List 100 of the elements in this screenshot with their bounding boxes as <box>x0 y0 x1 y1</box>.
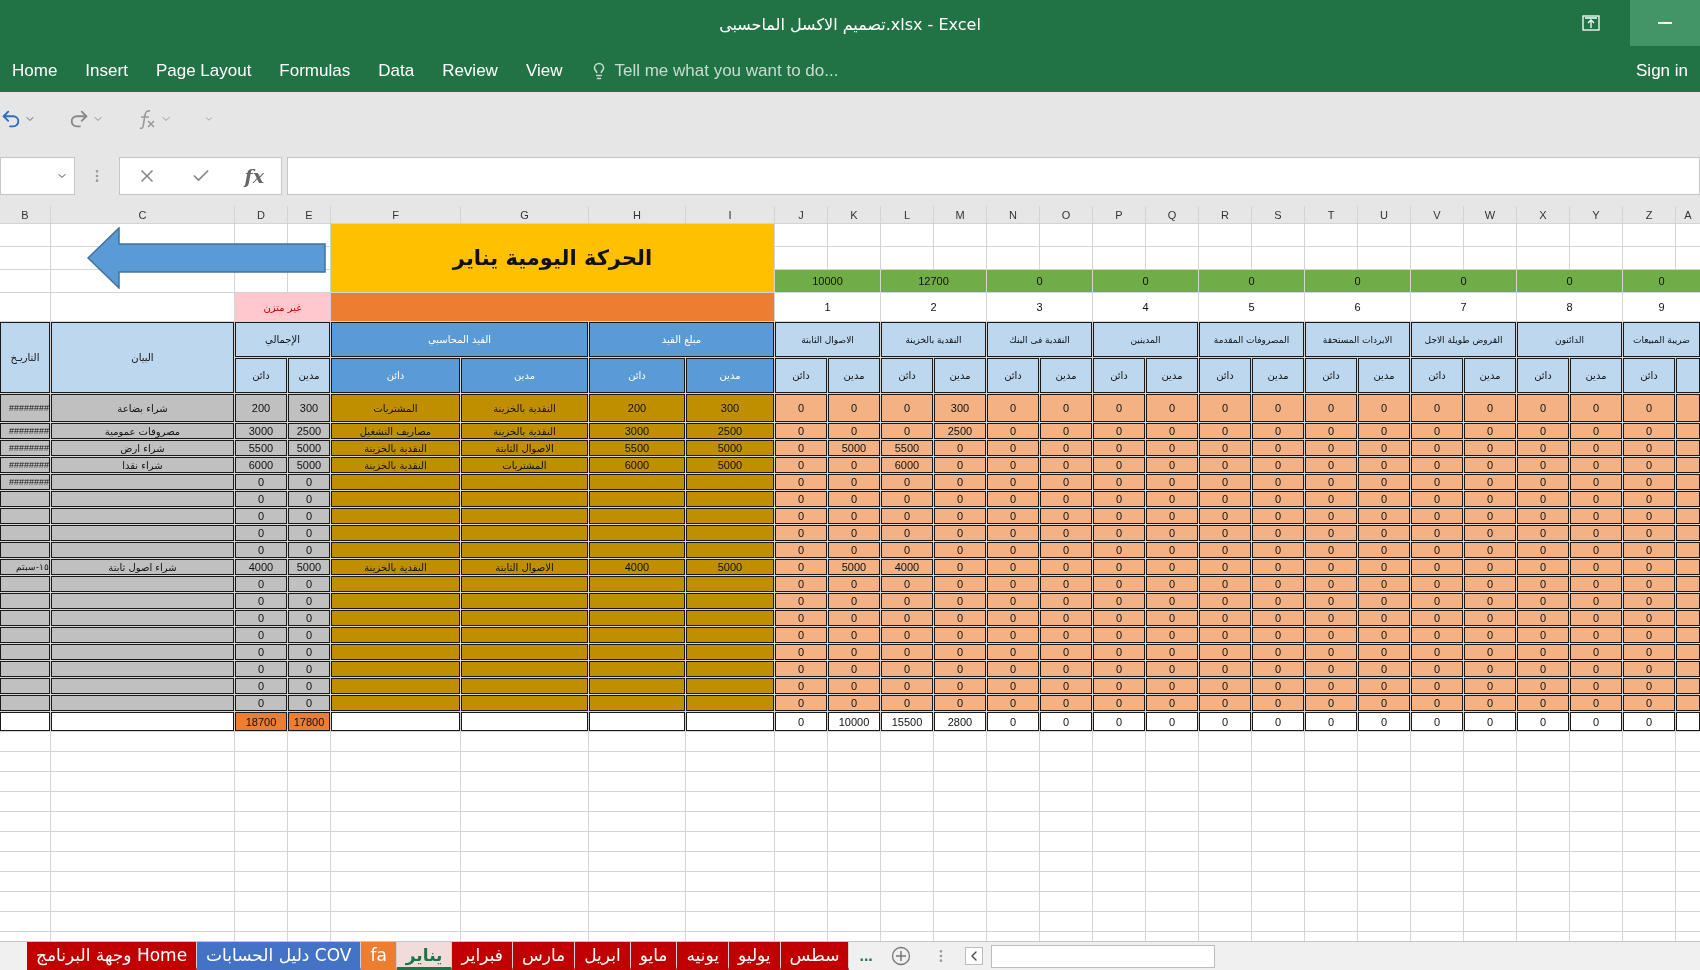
table-cell: 0 <box>1358 644 1410 660</box>
menu-tab[interactable]: Page Layout <box>155 60 252 81</box>
table-cell: 0 <box>1093 525 1145 541</box>
ribbon-display-icon[interactable] <box>1582 15 1600 31</box>
table-cell: 0 <box>1570 474 1622 490</box>
menu-tab[interactable]: View <box>525 60 563 81</box>
more-sheets-link[interactable]: ... <box>849 942 883 970</box>
scroll-left-icon[interactable] <box>964 947 983 965</box>
table-cell: 0 <box>1623 576 1675 592</box>
menu-tab[interactable]: Formulas <box>279 60 351 81</box>
menu-tab[interactable]: Data <box>378 60 415 81</box>
column-letter[interactable]: Y <box>1570 206 1622 223</box>
table-cell: 5000 <box>288 559 330 575</box>
table-cell: 4000 <box>589 559 685 575</box>
formula-input[interactable] <box>287 157 1700 195</box>
sheet-tab[interactable]: دليل الحسابات COV <box>197 942 362 970</box>
horizontal-scrollbar[interactable] <box>990 944 1215 968</box>
redo-icon[interactable] <box>68 108 90 130</box>
column-heading: البيان <box>51 322 234 393</box>
table-cell: 0 <box>987 491 1039 507</box>
table-cell: 0 <box>1199 508 1251 524</box>
table-cell: 0 <box>881 695 933 711</box>
sheet-tab[interactable]: يوليو <box>728 942 781 970</box>
table-cell: 0 <box>828 661 880 677</box>
column-letter[interactable]: Q <box>1146 206 1198 223</box>
caret-icon[interactable] <box>204 114 214 124</box>
column-letter[interactable]: M <box>934 206 986 223</box>
table-cell: 0 <box>288 508 330 524</box>
column-letter[interactable]: P <box>1093 206 1145 223</box>
column-letter[interactable]: K <box>828 206 880 223</box>
column-letter[interactable]: O <box>1040 206 1092 223</box>
column-letter[interactable]: V <box>1411 206 1463 223</box>
column-letter[interactable]: G <box>461 206 588 223</box>
column-letter[interactable]: W <box>1464 206 1516 223</box>
table-cell: 0 <box>1570 508 1622 524</box>
column-letter[interactable]: N <box>987 206 1039 223</box>
table-cell: 0 <box>934 576 986 592</box>
sheet-tab[interactable]: فبراير <box>452 942 513 970</box>
column-heading: الدائنون <box>1517 322 1622 357</box>
column-letter[interactable]: A <box>1676 206 1700 223</box>
table-cell: 0 <box>1358 457 1410 473</box>
menu-tab[interactable]: Home <box>12 60 58 81</box>
table-cell: 0 <box>1040 508 1092 524</box>
table-cell: 0 <box>1623 712 1675 731</box>
column-letter[interactable]: R <box>1199 206 1251 223</box>
account-total: 0 <box>1093 270 1198 292</box>
table-cell: 0 <box>1199 695 1251 711</box>
column-letter[interactable]: B <box>0 206 50 223</box>
table-cell: 0 <box>1411 678 1463 694</box>
table-cell: 200 <box>589 394 685 422</box>
worksheet-grid[interactable] <box>0 206 1700 941</box>
menu-tab[interactable]: Insert <box>85 60 128 81</box>
table-cell: 0 <box>934 491 986 507</box>
table-cell: 0 <box>1570 627 1622 643</box>
sheet-tab[interactable]: يونيه <box>677 942 729 970</box>
sheet-tab[interactable]: مايو <box>630 942 678 970</box>
table-cell: 0 <box>1146 457 1198 473</box>
column-letter[interactable]: H <box>589 206 685 223</box>
column-letter[interactable]: J <box>775 206 827 223</box>
column-letter[interactable]: S <box>1252 206 1304 223</box>
column-letter[interactable]: I <box>686 206 774 223</box>
tell-me-field[interactable]: Tell me what you want to do... <box>590 60 839 81</box>
menu-tab[interactable]: Review <box>442 60 498 81</box>
table-cell: شراء اصول ثابتة <box>51 559 234 575</box>
table-cell <box>1676 440 1700 456</box>
table-cell: 200 <box>235 394 287 422</box>
sheet-tab[interactable]: مارس <box>512 942 576 970</box>
column-letter[interactable]: C <box>51 206 234 223</box>
sheet-tab[interactable]: سطس <box>780 942 850 970</box>
undo-icon[interactable] <box>0 108 22 130</box>
insert-function-button[interactable]: fx <box>244 165 265 187</box>
table-cell: شراء بضاعة <box>51 394 234 422</box>
table-cell: 0 <box>1040 576 1092 592</box>
table-cell: 0 <box>1517 542 1569 558</box>
column-letter[interactable]: Z <box>1623 206 1675 223</box>
column-letter[interactable]: F <box>331 206 460 223</box>
name-box[interactable] <box>0 157 75 195</box>
sheet-tab[interactable]: يناير <box>396 942 453 970</box>
table-cell: 0 <box>1305 542 1357 558</box>
table-cell: 0 <box>1040 525 1092 541</box>
table-cell: 0 <box>987 576 1039 592</box>
table-cell: 0 <box>987 394 1039 422</box>
table-cell: 0 <box>1517 508 1569 524</box>
table-cell: 0 <box>1199 610 1251 626</box>
column-letter[interactable]: U <box>1358 206 1410 223</box>
table-cell <box>1676 712 1700 731</box>
sheet-tab[interactable]: وجهة البرنامج Home <box>27 942 198 970</box>
column-letter[interactable]: D <box>235 206 287 223</box>
sign-in-link[interactable]: Sign in <box>1636 60 1688 81</box>
add-sheet-icon[interactable] <box>890 946 911 966</box>
sheet-tab[interactable]: ابريل <box>575 942 631 970</box>
column-letter[interactable]: E <box>288 206 330 223</box>
table-cell: 0 <box>1570 610 1622 626</box>
column-letter[interactable]: X <box>1517 206 1569 223</box>
column-letter[interactable]: T <box>1305 206 1357 223</box>
table-cell: 0 <box>1623 644 1675 660</box>
table-cell: 0 <box>987 712 1039 731</box>
table-cell: 0 <box>987 423 1039 439</box>
column-letter[interactable]: L <box>881 206 933 223</box>
table-cell: 0 <box>1040 610 1092 626</box>
